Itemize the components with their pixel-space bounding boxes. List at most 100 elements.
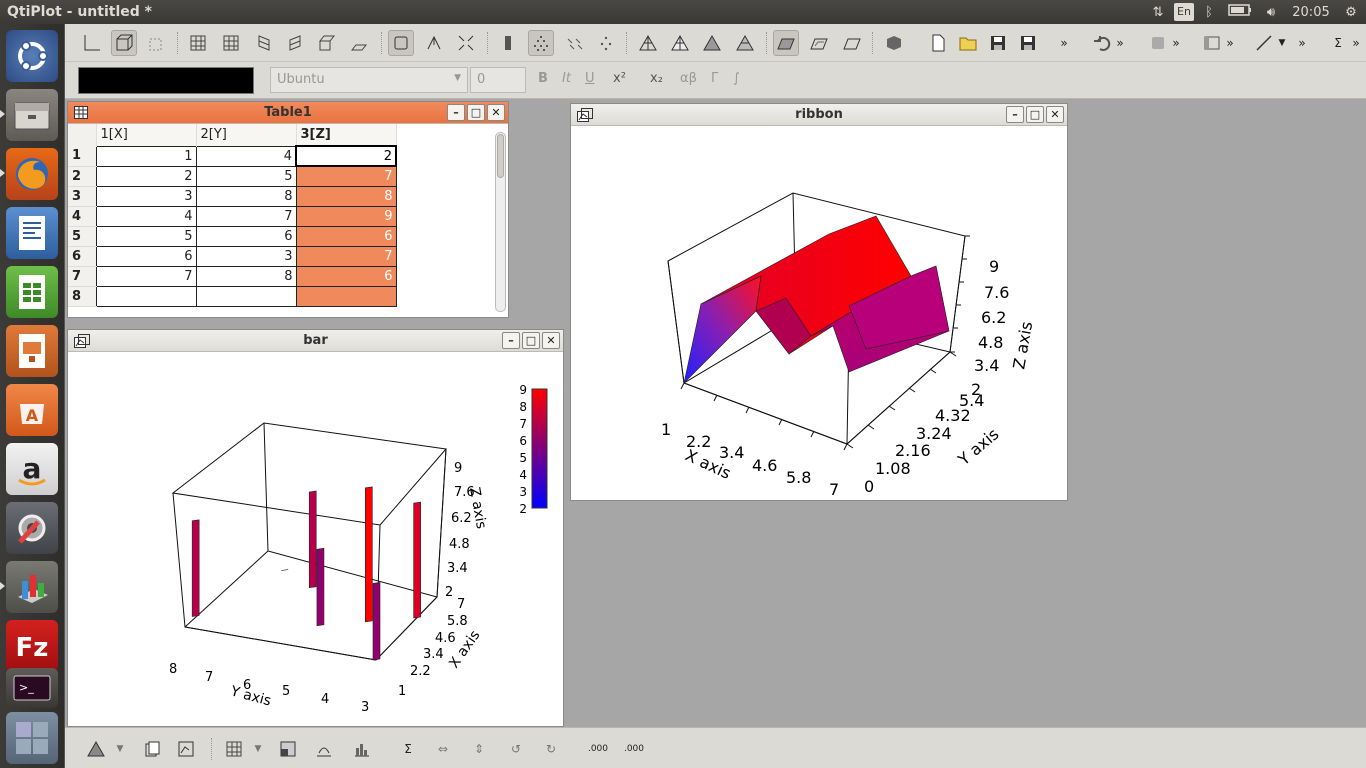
contour-icon[interactable]: [311, 736, 337, 762]
integral-button[interactable]: ∫: [733, 71, 740, 86]
flip-horizontal-icon[interactable]: ⇔: [430, 736, 456, 762]
maximize-button[interactable]: □: [467, 104, 485, 121]
box-3d-icon[interactable]: [143, 30, 169, 56]
cell-y[interactable]: 8: [195, 185, 297, 207]
cell-x[interactable]: 7: [95, 265, 197, 287]
surface-dropdown-icon[interactable]: ▼: [113, 736, 127, 762]
grid-front-icon[interactable]: [185, 30, 211, 56]
maximize-button[interactable]: □: [1026, 106, 1044, 123]
column-header-y[interactable]: 2[Y]: [196, 124, 297, 146]
grid-ceil-icon[interactable]: [314, 30, 340, 56]
surface-plot-icon[interactable]: [83, 736, 109, 762]
new-file-icon[interactable]: [925, 30, 951, 56]
layout-icon[interactable]: [1199, 30, 1225, 56]
battery-icon[interactable]: [1224, 4, 1256, 20]
cell-x[interactable]: 2: [95, 165, 197, 187]
keyboard-layout-indicator[interactable]: En: [1174, 3, 1194, 21]
histogram-icon[interactable]: [349, 736, 375, 762]
matrix-dropdown-icon[interactable]: ▼: [251, 736, 265, 762]
toolbar-overflow-2-icon[interactable]: »: [1113, 30, 1127, 56]
greek-lower-button[interactable]: αβ: [680, 71, 697, 86]
cell-z[interactable]: 8: [295, 185, 397, 207]
column-header-x[interactable]: 1[X]: [96, 124, 197, 146]
points-style-icon[interactable]: [528, 30, 554, 56]
cell-y[interactable]: 8: [195, 265, 297, 287]
grid-floor-icon[interactable]: [346, 30, 372, 56]
maximize-button[interactable]: □: [522, 332, 540, 349]
close-button[interactable]: ✕: [542, 332, 560, 349]
undo-icon[interactable]: [1089, 30, 1115, 56]
ribbon-3d-canvas[interactable]: 9 7.6 6.2 4.8 3.4 2 Z axis 5.4 4.32 3.24…: [571, 126, 1067, 500]
clock[interactable]: 20:05: [1286, 5, 1336, 20]
decrease-precision-icon[interactable]: .000: [621, 736, 647, 762]
grid-right-icon[interactable]: [282, 30, 308, 56]
cell-z[interactable]: 7: [295, 245, 397, 267]
cell-x[interactable]: 5: [95, 225, 197, 247]
amazon-icon[interactable]: a: [6, 443, 58, 495]
underline-button[interactable]: U: [585, 71, 595, 86]
font-size-spinbox[interactable]: 0: [470, 67, 526, 93]
file-manager-icon[interactable]: [6, 89, 58, 141]
font-select[interactable]: Ubuntu ▼: [270, 67, 468, 93]
row-number[interactable]: 3: [68, 186, 96, 207]
cell-x[interactable]: [95, 285, 197, 307]
row-number[interactable]: 6: [68, 246, 96, 267]
cell-x[interactable]: 6: [95, 245, 197, 267]
floor-isoline-icon[interactable]: [806, 30, 832, 56]
qtiplot-icon[interactable]: [6, 561, 58, 613]
subscript-button[interactable]: x₂: [650, 71, 663, 86]
reset-rotation-icon[interactable]: [421, 30, 447, 56]
toolbar-overflow-3-icon[interactable]: »: [1169, 30, 1183, 56]
save-icon[interactable]: [985, 30, 1011, 56]
system-settings-icon[interactable]: [6, 502, 58, 554]
toolbar-overflow-5-icon[interactable]: »: [1295, 30, 1309, 56]
toolbar-overflow-4-icon[interactable]: »: [1223, 30, 1237, 56]
close-button[interactable]: ✕: [487, 104, 505, 121]
cell-y[interactable]: 6: [195, 225, 297, 247]
record-macro-icon[interactable]: [1145, 30, 1171, 56]
cell-x[interactable]: 4: [95, 205, 197, 227]
workspace-switcher-icon[interactable]: [6, 712, 58, 764]
save-as-icon[interactable]: [1015, 30, 1041, 56]
line-tool-icon[interactable]: [1251, 30, 1277, 56]
calc-icon[interactable]: [6, 266, 58, 318]
grid-left-icon[interactable]: [251, 30, 277, 56]
flip-vertical-icon[interactable]: ⇕: [466, 736, 492, 762]
table1-titlebar[interactable]: Table1 – □ ✕: [68, 102, 508, 124]
bold-button[interactable]: B: [538, 71, 548, 86]
cell-z[interactable]: 7: [295, 165, 397, 187]
close-button[interactable]: ✕: [1046, 106, 1064, 123]
cell-z[interactable]: 6: [295, 225, 397, 247]
bluetooth-icon[interactable]: ᛒ: [1194, 5, 1224, 20]
ribbon-titlebar[interactable]: ribbon – □ ✕: [571, 104, 1067, 126]
floor-data-icon[interactable]: [773, 30, 799, 56]
filezilla-icon[interactable]: Fz: [6, 620, 58, 672]
system-menu-icon[interactable]: ⚙: [1336, 5, 1366, 20]
toolbar-overflow-6-icon[interactable]: »: [1349, 30, 1363, 56]
bars-style-icon[interactable]: [495, 30, 521, 56]
cell-z-selected[interactable]: 2: [295, 145, 397, 167]
row-number[interactable]: 5: [68, 226, 96, 247]
rotate-back-icon[interactable]: ↻: [538, 736, 564, 762]
italic-button[interactable]: It: [562, 71, 571, 86]
minimize-button[interactable]: –: [1006, 106, 1024, 123]
row-number[interactable]: 8: [68, 286, 96, 307]
terminal-icon[interactable]: >_: [6, 668, 58, 708]
row-number[interactable]: 7: [68, 266, 96, 287]
increase-precision-icon[interactable]: .000: [585, 736, 611, 762]
network-icon[interactable]: ⇅: [1142, 5, 1174, 20]
polygon-fill-icon[interactable]: [699, 30, 725, 56]
scrollbar-thumb[interactable]: [497, 134, 504, 178]
minimize-button[interactable]: –: [502, 332, 520, 349]
row-number[interactable]: 2: [68, 166, 96, 187]
cell-x[interactable]: 3: [95, 185, 197, 207]
crosses-style-icon[interactable]: [593, 30, 619, 56]
floor-empty-icon[interactable]: [839, 30, 865, 56]
sigma-icon[interactable]: Σ: [1325, 30, 1351, 56]
column-header-z[interactable]: 3[Z]: [296, 124, 397, 146]
row-number[interactable]: 4: [68, 206, 96, 227]
superscript-button[interactable]: x²: [613, 71, 626, 86]
layers-icon[interactable]: [139, 736, 165, 762]
bar-3d-canvas[interactable]: 9 8 7 6 5 4 3 2 9 7.6 6.2 4.8 3.4 2 Z ax…: [68, 352, 563, 726]
frame-3d-icon[interactable]: [111, 30, 137, 56]
